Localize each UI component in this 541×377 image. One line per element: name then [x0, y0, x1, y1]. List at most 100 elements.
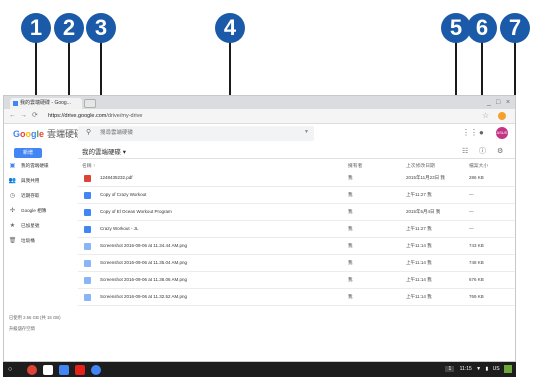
docs-icon[interactable] — [59, 365, 69, 375]
table-row[interactable]: Copy of Crazy Workout 我 上午11:27 我 — — [78, 188, 515, 204]
file-size: 676 KB — [469, 277, 484, 282]
reload-icon[interactable]: ⟳ — [32, 112, 38, 120]
youtube-icon[interactable] — [75, 365, 85, 375]
sidebar-item-my-drive[interactable]: ▣ 我的雲端硬碟 — [8, 160, 70, 172]
table-row[interactable]: Screenshot 2016-09-06 at 11.32.52 AM.png… — [78, 290, 515, 306]
chrome-icon[interactable] — [27, 365, 37, 375]
sidebar-item-label: 與我共用 — [21, 178, 40, 183]
minimize-button[interactable]: _ — [487, 98, 491, 107]
sidebar-item-photos[interactable]: ✣ Google 相簿 — [8, 205, 70, 217]
search-options-dropdown-icon[interactable]: ▼ — [304, 129, 309, 135]
search-bar[interactable]: ⚲ ▼ — [78, 126, 314, 141]
details-icon[interactable]: ⓘ — [479, 148, 486, 156]
logo-letter: G — [13, 129, 21, 139]
files-icon[interactable] — [91, 365, 101, 375]
google-drive-logo[interactable]: Google 雲端硬碟 — [13, 129, 83, 139]
column-header-modified[interactable]: 上次修改日期 — [406, 163, 435, 170]
storage-quota: 已使用 2.56 GB (共 15 GB) — [9, 315, 61, 320]
new-button[interactable]: 新增 — [14, 148, 42, 158]
back-icon[interactable]: ← — [9, 112, 16, 120]
image-file-icon — [84, 277, 91, 284]
battery-icon: ▮ — [485, 366, 489, 372]
file-modified: 2015年11月23日 我 — [406, 175, 445, 180]
sidebar-item-label: Google 相簿 — [21, 208, 47, 213]
upgrade-storage-link[interactable]: 升級儲存空間 — [9, 326, 35, 332]
file-size: — — [469, 226, 474, 231]
file-name: 1248435232.pdf — [100, 175, 133, 180]
tab-title: 我的雲端硬碟 - Goog... — [20, 100, 71, 106]
photos-icon: ✣ — [9, 208, 16, 214]
trash-icon: 🗑 — [8, 238, 17, 244]
file-size: 769 KB — [469, 294, 484, 299]
extension-icon[interactable] — [498, 112, 506, 120]
file-modified: 上午11:14 我 — [406, 294, 432, 299]
table-row[interactable]: Screenshot 2016-09-06 at 11.36.06 AM.png… — [78, 273, 515, 289]
forward-icon[interactable]: → — [20, 112, 27, 120]
file-owner: 我 — [348, 294, 353, 299]
column-header-name[interactable]: 名稱 ↑ — [82, 163, 95, 170]
column-header-size: 檔案大小 — [469, 164, 489, 169]
locale-label: US — [492, 366, 500, 372]
file-modified: 上午11:27 我 — [406, 226, 432, 231]
file-owner: 我 — [348, 175, 353, 180]
sidebar-item-recent[interactable]: ◷ 近期存取 — [8, 190, 70, 202]
sidebar-item-label: 近期存取 — [21, 193, 40, 198]
drive-icon: ▣ — [9, 163, 16, 169]
taskbar: ○ 1 11:15 ▼ ▮ US — [3, 362, 516, 377]
sidebar-item-trash[interactable]: 🗑 垃圾桶 — [8, 235, 70, 247]
shared-icon: 👥 — [8, 178, 17, 184]
logo-letter: e — [39, 129, 45, 139]
doc-file-icon — [84, 209, 91, 216]
callout-1: 1 — [21, 13, 51, 43]
pdf-file-icon — [84, 175, 91, 182]
file-name: Screenshot 2016-09-06 at 11.36.06 AM.png — [100, 277, 187, 282]
file-size: 743 KB — [469, 243, 484, 248]
file-owner: 我 — [348, 209, 353, 214]
settings-gear-icon[interactable]: ⚙ — [497, 148, 503, 156]
file-owner: 我 — [348, 192, 353, 197]
close-button[interactable]: × — [506, 98, 510, 107]
system-tray[interactable]: 1 11:15 ▼ ▮ US — [445, 364, 512, 375]
avatar[interactable]: ASUS — [496, 127, 508, 139]
drive-favicon-icon — [13, 101, 18, 106]
browser-window: 我的雲端硬碟 - Goog... _ □ × ← → ⟳ https://dri… — [3, 95, 516, 362]
file-size: 286 KB — [469, 175, 484, 180]
list-view-icon[interactable]: ☷ — [462, 148, 468, 156]
file-size: — — [469, 209, 474, 214]
image-file-icon — [84, 260, 91, 267]
new-tab-button[interactable] — [84, 99, 96, 108]
sidebar-item-starred[interactable]: ★ 已加星號 — [8, 220, 70, 232]
clock-icon: ◷ — [9, 193, 16, 199]
file-owner: 我 — [348, 243, 353, 248]
search-input[interactable] — [100, 128, 290, 138]
breadcrumb[interactable]: 我的雲端硬碟 ▾ — [82, 149, 126, 157]
file-name: Screenshot 2016-09-06 at 11.35.04 AM.png — [100, 260, 187, 265]
image-file-icon — [84, 243, 91, 250]
notification-count: 1 — [445, 366, 455, 372]
sidebar: ▣ 我的雲端硬碟 👥 與我共用 ◷ 近期存取 ✣ Google 相簿 ★ 已加星號 🗑 垃圾… — [4, 158, 72, 361]
file-size: 748 KB — [469, 260, 484, 265]
table-row[interactable]: Copy of El Ocean Workout Program 我 2015年… — [78, 205, 515, 221]
file-modified: 上午11:14 我 — [406, 277, 432, 282]
callout-3: 3 — [86, 13, 116, 43]
sidebar-item-shared[interactable]: 👥 與我共用 — [8, 175, 70, 187]
callout-6: 6 — [467, 13, 497, 43]
file-modified: 上午11:14 我 — [406, 243, 432, 248]
gmail-icon[interactable] — [43, 365, 53, 375]
url-field[interactable]: https://drive.google.com/drive/my-drive — [48, 111, 448, 121]
address-bar: ← → ⟳ https://drive.google.com/drive/my-… — [4, 109, 515, 124]
table-row[interactable]: Screenshot 2016-09-06 at 11.35.04 AM.png… — [78, 256, 515, 272]
table-row[interactable]: 1248435232.pdf 我 2015年11月23日 我 286 KB — [78, 171, 515, 187]
notifications-icon[interactable]: ● — [479, 128, 484, 137]
browser-tab[interactable]: 我的雲端硬碟 - Goog... — [10, 98, 82, 109]
launcher-icon[interactable]: ○ — [8, 365, 18, 375]
maximize-button[interactable]: □ — [496, 98, 500, 107]
bookmark-star-icon[interactable]: ☆ — [482, 111, 489, 121]
search-icon[interactable]: ⚲ — [86, 129, 91, 137]
table-row[interactable]: Screenshot 2016-09-06 at 11.34.44 AM.png… — [78, 239, 515, 255]
account-icon — [504, 364, 512, 373]
file-name: Copy of El Ocean Workout Program — [100, 209, 172, 214]
apps-grid-icon[interactable]: ⋮⋮ — [462, 128, 478, 137]
tab-bar: 我的雲端硬碟 - Goog... _ □ × — [4, 96, 515, 109]
table-row[interactable]: Crazy Workout - JL 我 上午11:27 我 — — [78, 222, 515, 238]
